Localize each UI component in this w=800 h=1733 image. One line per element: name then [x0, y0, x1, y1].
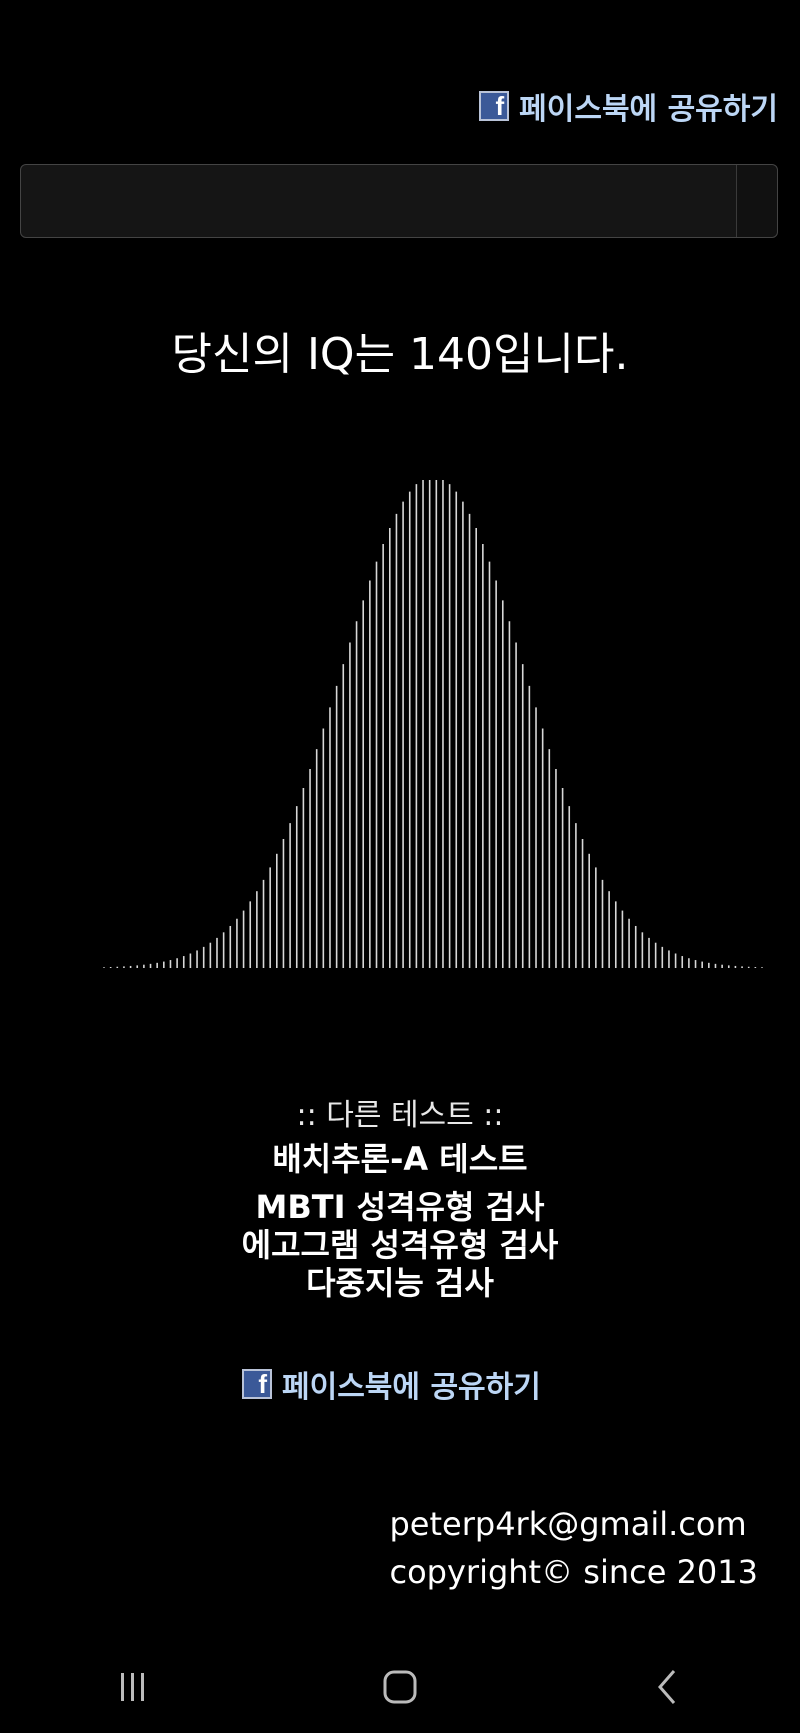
search-button[interactable]: [736, 165, 777, 237]
contact-email[interactable]: peterp4rk@gmail.com: [389, 1500, 758, 1548]
back-icon[interactable]: [637, 1657, 697, 1717]
footer: peterp4rk@gmail.com copyright© since 201…: [389, 1500, 758, 1596]
iq-result-text: 당신의 IQ는 140입니다.: [171, 329, 629, 380]
other-tests-list: 배치추론-A 테스트 MBTI 성격유형 검사 에고그램 성격유형 검사 다중지…: [0, 1140, 800, 1302]
other-tests-header: :: 다른 테스트 ::: [296, 1098, 504, 1133]
facebook-share-link-bottom[interactable]: f 페이스북에 공유하기: [242, 1362, 541, 1406]
facebook-icon: f: [479, 91, 510, 121]
iq-distribution-chart: [103, 480, 763, 968]
facebook-share-link-top[interactable]: f 페이스북에 공유하기: [479, 84, 778, 128]
search-input[interactable]: [21, 165, 736, 237]
test-link-mbti[interactable]: MBTI 성격유형 검사: [0, 1188, 800, 1226]
recent-apps-icon[interactable]: [103, 1657, 163, 1717]
facebook-share-label: 페이스북에 공유하기: [282, 1370, 541, 1405]
test-link-egogram[interactable]: 에고그램 성격유형 검사: [0, 1226, 800, 1264]
test-link-batch-reasoning[interactable]: 배치추론-A 테스트: [0, 1140, 800, 1178]
search-bar: [20, 164, 778, 238]
home-icon[interactable]: [370, 1657, 430, 1717]
android-nav-bar: [0, 1640, 800, 1733]
copyright-text: copyright© since 2013: [389, 1553, 758, 1591]
test-link-multiple-intelligence[interactable]: 다중지능 검사: [0, 1264, 800, 1302]
facebook-share-label: 페이스북에 공유하기: [519, 92, 778, 127]
facebook-icon: f: [242, 1369, 272, 1399]
